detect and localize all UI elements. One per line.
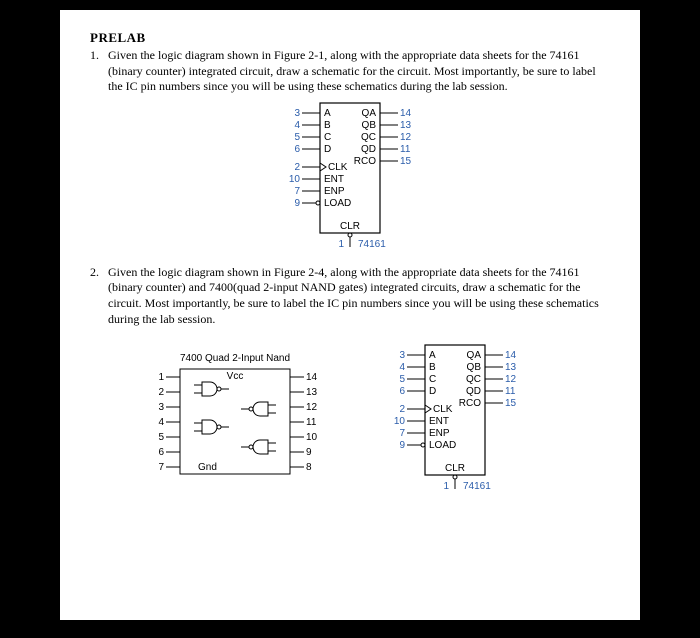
svg-text:5: 5 <box>158 432 164 443</box>
svg-text:74161: 74161 <box>358 239 386 250</box>
svg-text:7: 7 <box>294 186 300 197</box>
svg-text:QA: QA <box>467 350 482 361</box>
svg-text:ENP: ENP <box>324 186 345 197</box>
svg-text:CLR: CLR <box>340 221 360 232</box>
svg-text:3: 3 <box>399 350 405 361</box>
svg-text:CLK: CLK <box>328 162 348 173</box>
svg-text:14: 14 <box>306 372 318 383</box>
q2-text-span: Given the logic diagram shown in Figure … <box>108 265 599 326</box>
svg-text:5: 5 <box>399 374 405 385</box>
svg-text:15: 15 <box>505 398 517 409</box>
svg-text:12: 12 <box>306 402 318 413</box>
svg-text:4: 4 <box>294 120 300 131</box>
svg-text:12: 12 <box>400 132 412 143</box>
svg-text:QD: QD <box>361 144 376 155</box>
svg-text:9: 9 <box>399 440 405 451</box>
svg-text:2: 2 <box>399 404 405 415</box>
svg-text:4: 4 <box>158 417 164 428</box>
svg-text:QD: QD <box>466 386 481 397</box>
svg-text:15: 15 <box>400 156 412 167</box>
svg-text:C: C <box>324 132 331 143</box>
svg-text:1: 1 <box>338 239 344 250</box>
svg-text:RCO: RCO <box>459 398 481 409</box>
svg-text:11: 11 <box>505 386 516 397</box>
svg-text:3: 3 <box>158 402 164 413</box>
svg-text:D: D <box>429 386 436 397</box>
svg-text:6: 6 <box>158 447 164 458</box>
svg-text:B: B <box>429 362 436 373</box>
svg-text:QC: QC <box>361 132 376 143</box>
question-1: 1. Given the logic diagram shown in Figu… <box>90 48 610 95</box>
svg-text:7400 Quad 2-Input Nand: 7400 Quad 2-Input Nand <box>180 353 290 364</box>
svg-text:1: 1 <box>158 372 164 383</box>
svg-text:10: 10 <box>306 432 318 443</box>
svg-text:Vcc: Vcc <box>227 371 244 382</box>
svg-text:QC: QC <box>466 374 481 385</box>
svg-text:10: 10 <box>289 174 301 185</box>
svg-text:3: 3 <box>294 108 300 119</box>
svg-text:13: 13 <box>505 362 517 373</box>
svg-text:1: 1 <box>443 481 449 492</box>
page: PRELAB 1. Given the logic diagram shown … <box>60 10 640 620</box>
svg-text:11: 11 <box>400 144 411 155</box>
svg-text:D: D <box>324 144 331 155</box>
svg-text:6: 6 <box>294 144 300 155</box>
svg-text:9: 9 <box>306 447 312 458</box>
svg-text:12: 12 <box>505 374 517 385</box>
svg-text:LOAD: LOAD <box>429 440 456 451</box>
q2-number: 2. <box>90 265 108 327</box>
svg-text:A: A <box>429 350 436 361</box>
svg-text:QA: QA <box>362 108 377 119</box>
ic-7400-diagram: 7400 Quad 2-Input Nand123456714131211109… <box>145 347 325 487</box>
svg-text:14: 14 <box>400 108 412 119</box>
svg-text:74161: 74161 <box>463 481 491 492</box>
svg-text:Gnd: Gnd <box>198 462 217 473</box>
svg-text:ENT: ENT <box>324 174 344 185</box>
svg-text:14: 14 <box>505 350 517 361</box>
q1-text-span: Given the logic diagram shown in Figure … <box>108 48 596 93</box>
svg-text:ENP: ENP <box>429 428 450 439</box>
svg-text:ENT: ENT <box>429 416 449 427</box>
svg-text:7: 7 <box>399 428 405 439</box>
question-2: 2. Given the logic diagram shown in Figu… <box>90 265 610 327</box>
svg-text:QB: QB <box>362 120 377 131</box>
q1-number: 1. <box>90 48 108 95</box>
prelab-title: PRELAB <box>90 30 610 46</box>
svg-text:5: 5 <box>294 132 300 143</box>
svg-text:13: 13 <box>400 120 412 131</box>
svg-text:10: 10 <box>394 416 406 427</box>
svg-text:QB: QB <box>467 362 482 373</box>
svg-text:6: 6 <box>399 386 405 397</box>
svg-text:RCO: RCO <box>354 156 376 167</box>
q2-text: Given the logic diagram shown in Figure … <box>108 265 610 327</box>
svg-text:11: 11 <box>306 417 317 428</box>
svg-text:7: 7 <box>158 462 164 473</box>
svg-text:13: 13 <box>306 387 318 398</box>
svg-text:C: C <box>429 374 436 385</box>
figure-2-4-74161: 3 A 4 B 5 C 6 D 14 QA 13 QB 12 QC 11 QD 15 RCO CLK 2 ENT 10 EN… <box>355 337 555 497</box>
svg-text:9: 9 <box>294 198 300 209</box>
svg-text:CLK: CLK <box>433 404 453 415</box>
figure-2-1: 3 A 4 B 5 C 6 D 14 QA 13 QB 12 QC 11 QD 15 RCO CLK 2 ENT 10 EN… <box>250 95 450 255</box>
svg-text:2: 2 <box>294 162 300 173</box>
svg-text:B: B <box>324 120 331 131</box>
svg-text:A: A <box>324 108 331 119</box>
svg-text:8: 8 <box>306 462 312 473</box>
svg-text:4: 4 <box>399 362 405 373</box>
svg-text:2: 2 <box>158 387 164 398</box>
q1-text: Given the logic diagram shown in Figure … <box>108 48 610 95</box>
svg-text:LOAD: LOAD <box>324 198 351 209</box>
svg-text:CLR: CLR <box>445 463 465 474</box>
